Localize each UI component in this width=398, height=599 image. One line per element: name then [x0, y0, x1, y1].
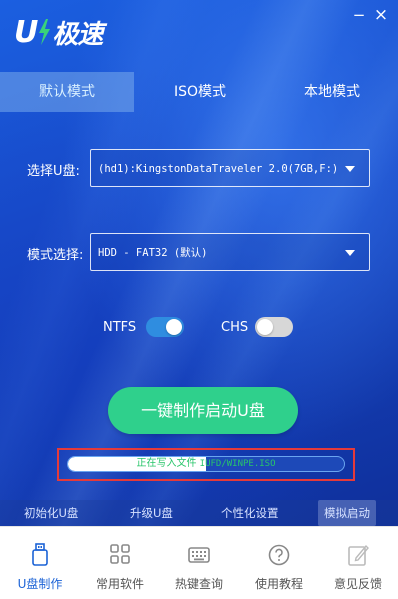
chs-label: CHS — [221, 320, 249, 335]
write-progress-bar: 正在写入文件 IUFD/WINPE.ISO — [67, 456, 345, 472]
help-icon — [268, 544, 290, 566]
one-click-create-button[interactable]: 一键制作启动U盘 — [108, 387, 298, 434]
ntfs-toggle[interactable] — [146, 317, 184, 337]
hero-background: U 极速 − × 默认模式 ISO模式 本地模式 选择U盘: (hd1):Kin… — [0, 0, 398, 526]
mode-select-value: HDD - FAT32 (默认) — [98, 247, 208, 259]
toggle-knob — [166, 319, 182, 335]
apps-grid-icon — [110, 544, 130, 564]
nav-label: 热键查询 — [174, 577, 223, 591]
logo-text: 极速 — [52, 19, 103, 50]
upgrade-usb-link[interactable]: 升级U盘 — [130, 500, 173, 526]
usb-drive-icon — [32, 543, 48, 566]
simulate-boot-link[interactable]: 模拟启动 — [318, 500, 376, 526]
mode-select[interactable]: HDD - FAT32 (默认) — [90, 233, 370, 271]
progress-status-path: IUFD/WINPE.ISO — [199, 459, 276, 469]
drive-select-value: (hd1):KingstonDataTraveler 2.0(7GB,F:) — [98, 163, 339, 175]
chevron-down-icon — [345, 166, 355, 172]
chs-toggle[interactable] — [255, 317, 293, 337]
personalize-link[interactable]: 个性化设置 — [221, 500, 279, 526]
minimize-button[interactable]: − — [350, 6, 368, 24]
app-logo: U 极速 — [14, 14, 103, 50]
bottom-nav: U盘制作 常用软件 热键查询 使用教程 意见反馈 — [0, 526, 398, 599]
keyboard-icon — [188, 547, 210, 563]
tab-default-mode[interactable]: 默认模式 — [0, 72, 134, 112]
mode-select-label: 模式选择: — [27, 248, 84, 263]
nav-label: 常用软件 — [95, 577, 144, 591]
lightning-bolt-icon — [39, 19, 51, 45]
nav-feedback[interactable]: 意见反馈 — [318, 527, 398, 599]
drive-select[interactable]: (hd1):KingstonDataTraveler 2.0(7GB,F:) — [90, 149, 370, 187]
mode-tabs: 默认模式 ISO模式 本地模式 — [0, 72, 398, 112]
nav-tutorial[interactable]: 使用教程 — [239, 527, 319, 599]
toggle-knob — [257, 319, 273, 335]
tab-iso-mode[interactable]: ISO模式 — [134, 72, 266, 112]
close-button[interactable]: × — [372, 6, 390, 24]
init-usb-link[interactable]: 初始化U盘 — [24, 500, 78, 526]
feedback-edit-icon — [348, 544, 369, 566]
nav-common-software[interactable]: 常用软件 — [80, 527, 160, 599]
ntfs-label: NTFS — [103, 320, 137, 335]
nav-usb-create[interactable]: U盘制作 — [0, 527, 80, 599]
progress-status: 正在写入文件 IUFD/WINPE.ISO — [68, 457, 344, 471]
chevron-down-icon — [345, 250, 355, 256]
drive-select-label: 选择U盘: — [27, 164, 80, 179]
tool-links-bar: 初始化U盘 升级U盘 个性化设置 模拟启动 — [0, 500, 398, 526]
nav-label: 意见反馈 — [333, 577, 382, 591]
progress-status-prefix: 正在写入文件 — [136, 458, 200, 469]
nav-hotkey-lookup[interactable]: 热键查询 — [159, 527, 239, 599]
nav-label: U盘制作 — [17, 577, 63, 591]
nav-label: 使用教程 — [254, 577, 303, 591]
app-window: U 极速 − × 默认模式 ISO模式 本地模式 选择U盘: (hd1):Kin… — [0, 0, 398, 599]
tab-local-mode[interactable]: 本地模式 — [266, 72, 398, 112]
logo-letter: U — [14, 14, 38, 50]
